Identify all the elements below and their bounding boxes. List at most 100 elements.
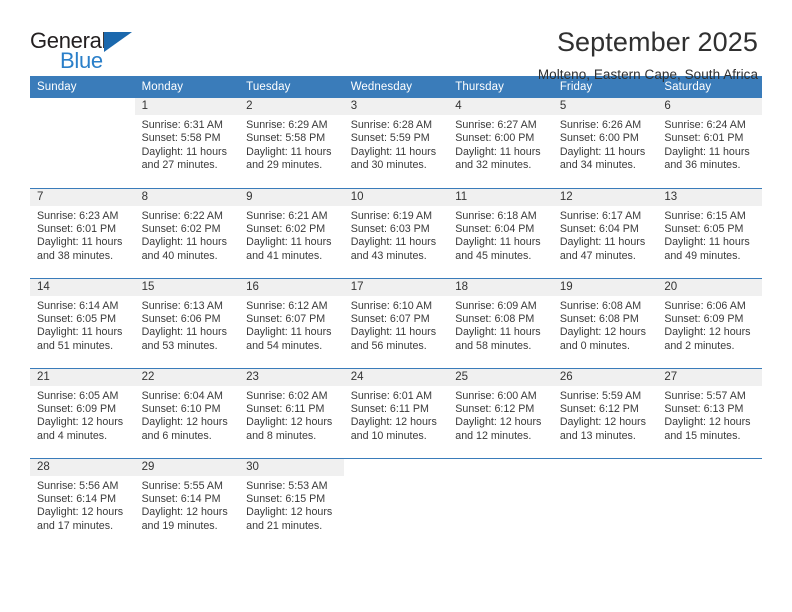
sunset-text: Sunset: 6:11 PM <box>350 402 429 415</box>
calendar-week-row: 14 Sunrise: 6:14 AM Sunset: 6:05 PM Dayligh… <box>30 277 762 368</box>
day-number: 5 <box>552 98 658 115</box>
daylight-text-line1: Daylight: 12 hours <box>246 506 333 519</box>
daylight-text-line2: and 8 minutes. <box>246 429 317 442</box>
daylight-text-line2: and 30 minutes. <box>350 159 427 172</box>
sunset-text: Sunset: 6:01 PM <box>37 222 117 235</box>
page-header: General Blue September 2025 Molteno, Eas… <box>0 0 792 81</box>
calendar-day-cell-empty <box>343 457 449 548</box>
calendar-day-cell[interactable]: 27 Sunrise: 5:57 AM Sunset: 6:13 PM Dayligh… <box>657 367 762 458</box>
day-details: Sunrise: 6:23 AM Sunset: 6:01 PM Daylight:… <box>30 206 135 264</box>
daylight-text-line1: Daylight: 11 hours <box>559 236 646 249</box>
sunset-text: Sunset: 6:01 PM <box>664 132 744 145</box>
day-details: Sunrise: 5:56 AM Sunset: 6:14 PM Daylight:… <box>30 476 135 534</box>
calendar-day-cell[interactable]: 18 Sunrise: 6:09 AM Sunset: 6:08 PM Dayligh… <box>448 277 553 368</box>
calendar-day-cell[interactable]: 6 Sunrise: 6:24 AM Sunset: 6:01 PM Daylight… <box>657 98 762 188</box>
day-number: 6 <box>657 98 762 115</box>
day-details: Sunrise: 6:13 AM Sunset: 6:06 PM Daylight:… <box>135 296 240 354</box>
daylight-text-line1: Daylight: 12 hours <box>350 416 437 429</box>
daylight-text-line2: and 41 minutes. <box>246 249 323 262</box>
daylight-text-line2: and 40 minutes. <box>141 249 218 262</box>
calendar-day-cell[interactable]: 19 Sunrise: 6:08 AM Sunset: 6:08 PM Dayligh… <box>552 277 658 368</box>
daylight-text-line2: and 19 minutes. <box>141 519 218 532</box>
day-details: Sunrise: 6:21 AM Sunset: 6:02 PM Daylight:… <box>239 206 344 264</box>
calendar-week-row: 21 Sunrise: 6:05 AM Sunset: 6:09 PM Dayligh… <box>30 367 762 458</box>
calendar-day-cell[interactable]: 22 Sunrise: 6:04 AM Sunset: 6:10 PM Dayligh… <box>134 367 240 458</box>
calendar-day-cell[interactable]: 9 Sunrise: 6:21 AM Sunset: 6:02 PM Daylight… <box>239 187 344 278</box>
day-details: Sunrise: 6:12 AM Sunset: 6:07 PM Daylight:… <box>239 296 344 354</box>
calendar-day-cell[interactable]: 24 Sunrise: 6:01 AM Sunset: 6:11 PM Dayligh… <box>343 367 449 458</box>
calendar-day-cell[interactable]: 14 Sunrise: 6:14 AM Sunset: 6:05 PM Dayligh… <box>30 277 135 368</box>
sunset-text: Sunset: 5:58 PM <box>141 132 221 145</box>
calendar-day-cell[interactable]: 12 Sunrise: 6:17 AM Sunset: 6:04 PM Dayligh… <box>552 187 658 278</box>
weekday-header-wednesday: Wednesday <box>343 76 449 98</box>
calendar-day-cell-empty <box>552 457 658 548</box>
day-details: Sunrise: 6:08 AM Sunset: 6:08 PM Daylight:… <box>553 296 658 354</box>
calendar-day-cell[interactable]: 23 Sunrise: 6:02 AM Sunset: 6:11 PM Dayligh… <box>239 367 344 458</box>
calendar-day-cell[interactable]: 28 Sunrise: 5:56 AM Sunset: 6:14 PM Dayligh… <box>30 457 135 548</box>
sunrise-text: Sunrise: 6:10 AM <box>350 299 433 312</box>
day-number <box>657 459 762 476</box>
calendar-day-cell[interactable]: 5 Sunrise: 6:26 AM Sunset: 6:00 PM Daylight… <box>552 98 658 188</box>
calendar-week-row: 7 Sunrise: 6:23 AM Sunset: 6:01 PM Daylight… <box>30 187 762 278</box>
daylight-text-line2: and 10 minutes. <box>350 429 427 442</box>
daylight-text-line2: and 4 minutes. <box>37 429 108 442</box>
daylight-text-line1: Daylight: 12 hours <box>141 506 228 519</box>
calendar-table: Sunday Monday Tuesday Wednesday Thursday… <box>30 76 762 548</box>
calendar-day-cell[interactable]: 16 Sunrise: 6:12 AM Sunset: 6:07 PM Dayligh… <box>239 277 344 368</box>
calendar-day-cell[interactable]: 21 Sunrise: 6:05 AM Sunset: 6:09 PM Dayligh… <box>30 367 135 458</box>
day-number: 26 <box>552 368 658 386</box>
sunrise-text: Sunrise: 6:26 AM <box>559 119 642 131</box>
calendar-day-cell[interactable]: 30 Sunrise: 5:53 AM Sunset: 6:15 PM Dayligh… <box>239 457 344 548</box>
day-details: Sunrise: 6:29 AM Sunset: 5:58 PM Daylight:… <box>239 115 344 173</box>
calendar-day-cell[interactable]: 20 Sunrise: 6:06 AM Sunset: 6:09 PM Dayligh… <box>657 277 762 368</box>
day-number: 4 <box>448 98 553 115</box>
calendar-day-cell[interactable]: 13 Sunrise: 6:15 AM Sunset: 6:05 PM Dayligh… <box>657 187 762 278</box>
calendar-day-cell[interactable]: 25 Sunrise: 6:00 AM Sunset: 6:12 PM Dayligh… <box>448 367 553 458</box>
daylight-text-line2: and 0 minutes. <box>559 339 630 352</box>
daylight-text-line1: Daylight: 11 hours <box>37 326 123 339</box>
sunset-text: Sunset: 6:00 PM <box>559 132 639 145</box>
calendar-day-cell[interactable]: 17 Sunrise: 6:10 AM Sunset: 6:07 PM Dayligh… <box>343 277 449 368</box>
calendar-day-cell[interactable]: 15 Sunrise: 6:13 AM Sunset: 6:06 PM Dayligh… <box>134 277 240 368</box>
calendar-day-cell[interactable]: 29 Sunrise: 5:55 AM Sunset: 6:14 PM Dayligh… <box>134 457 240 548</box>
sunset-text: Sunset: 6:14 PM <box>37 492 117 505</box>
daylight-text-line2: and 58 minutes. <box>455 339 532 352</box>
calendar-day-cell[interactable]: 7 Sunrise: 6:23 AM Sunset: 6:01 PM Daylight… <box>30 187 135 278</box>
day-number: 24 <box>343 368 449 386</box>
generalblue-logo[interactable]: General Blue <box>30 28 150 74</box>
day-number: 22 <box>134 368 240 386</box>
day-number <box>553 459 658 476</box>
sunset-text: Sunset: 6:05 PM <box>664 222 744 235</box>
sunrise-text: Sunrise: 6:02 AM <box>246 389 328 402</box>
sunrise-text: Sunrise: 5:57 AM <box>664 389 746 402</box>
sunset-text: Sunset: 6:02 PM <box>246 222 326 235</box>
day-number: 15 <box>134 278 240 296</box>
sunset-text: Sunset: 6:14 PM <box>141 492 221 505</box>
daylight-text-line1: Daylight: 11 hours <box>37 236 123 249</box>
day-number: 7 <box>30 188 135 206</box>
calendar-day-cell[interactable]: 11 Sunrise: 6:18 AM Sunset: 6:04 PM Dayligh… <box>448 187 553 278</box>
day-number: 12 <box>552 188 658 206</box>
sunset-text: Sunset: 6:07 PM <box>246 312 326 325</box>
day-details: Sunrise: 6:01 AM Sunset: 6:11 PM Daylight:… <box>344 386 449 444</box>
logo-text-blue: Blue <box>60 48 103 73</box>
calendar-day-cell[interactable]: 4 Sunrise: 6:27 AM Sunset: 6:00 PM Daylight… <box>448 98 553 188</box>
calendar-day-cell[interactable]: 10 Sunrise: 6:19 AM Sunset: 6:03 PM Dayligh… <box>343 187 449 278</box>
day-number: 27 <box>657 368 762 386</box>
sunrise-text: Sunrise: 6:27 AM <box>455 119 537 131</box>
sunrise-text: Sunrise: 6:09 AM <box>455 299 537 312</box>
sunset-text: Sunset: 6:07 PM <box>350 312 430 325</box>
day-number: 1 <box>134 98 240 115</box>
sunrise-text: Sunrise: 6:08 AM <box>559 299 642 312</box>
day-number: 9 <box>239 188 344 206</box>
daylight-text-line1: Daylight: 12 hours <box>141 416 228 429</box>
calendar-day-cell[interactable]: 3 Sunrise: 6:28 AM Sunset: 5:59 PM Daylight… <box>343 98 449 188</box>
calendar-day-cell[interactable]: 1 Sunrise: 6:31 AM Sunset: 5:58 PM Daylight… <box>134 98 240 188</box>
calendar-day-cell[interactable]: 2 Sunrise: 6:29 AM Sunset: 5:58 PM Daylight… <box>239 98 344 188</box>
day-details: Sunrise: 6:26 AM Sunset: 6:00 PM Daylight:… <box>553 115 658 173</box>
calendar-day-cell[interactable]: 26 Sunrise: 5:59 AM Sunset: 6:12 PM Dayligh… <box>552 367 658 458</box>
sunrise-text: Sunrise: 6:18 AM <box>455 209 537 222</box>
calendar-day-cell[interactable]: 8 Sunrise: 6:22 AM Sunset: 6:02 PM Daylight… <box>134 187 240 278</box>
sunset-text: Sunset: 6:12 PM <box>559 402 639 415</box>
sunrise-text: Sunrise: 6:06 AM <box>664 299 746 312</box>
